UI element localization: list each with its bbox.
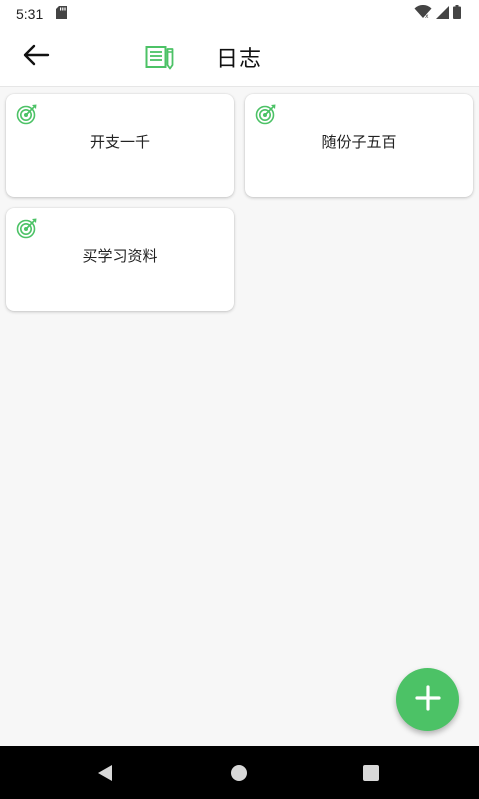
nav-back-icon[interactable] — [95, 763, 115, 787]
plus-icon — [414, 684, 441, 715]
status-bar: 5:31 x — [0, 0, 479, 28]
wifi-icon: x — [414, 4, 432, 23]
sd-card-icon — [56, 5, 68, 23]
log-card[interactable]: 随份子五百 — [245, 94, 473, 197]
battery-icon — [453, 5, 461, 23]
svg-text:x: x — [425, 13, 429, 19]
arrow-left-icon — [22, 43, 50, 71]
system-nav-bar — [0, 746, 479, 799]
back-button[interactable] — [18, 41, 54, 73]
status-time: 5:31 — [16, 6, 44, 22]
page-title: 日志 — [216, 47, 263, 72]
target-icon — [255, 103, 277, 129]
log-card-label: 买学习资料 — [82, 247, 158, 265]
log-card[interactable]: 买学习资料 — [6, 208, 234, 311]
log-card[interactable]: 开支一千 — [6, 94, 234, 197]
app-toolbar: 日志 — [0, 28, 479, 87]
log-card-label: 开支一千 — [89, 133, 150, 151]
notebook-pencil-icon — [145, 44, 175, 74]
nav-recents-icon[interactable] — [362, 764, 380, 786]
cell-signal-icon — [436, 5, 449, 23]
target-icon — [16, 217, 38, 243]
add-log-button[interactable] — [396, 668, 459, 731]
log-card-label: 随份子五百 — [321, 133, 397, 151]
target-icon — [16, 103, 38, 129]
nav-home-icon[interactable] — [229, 763, 249, 787]
